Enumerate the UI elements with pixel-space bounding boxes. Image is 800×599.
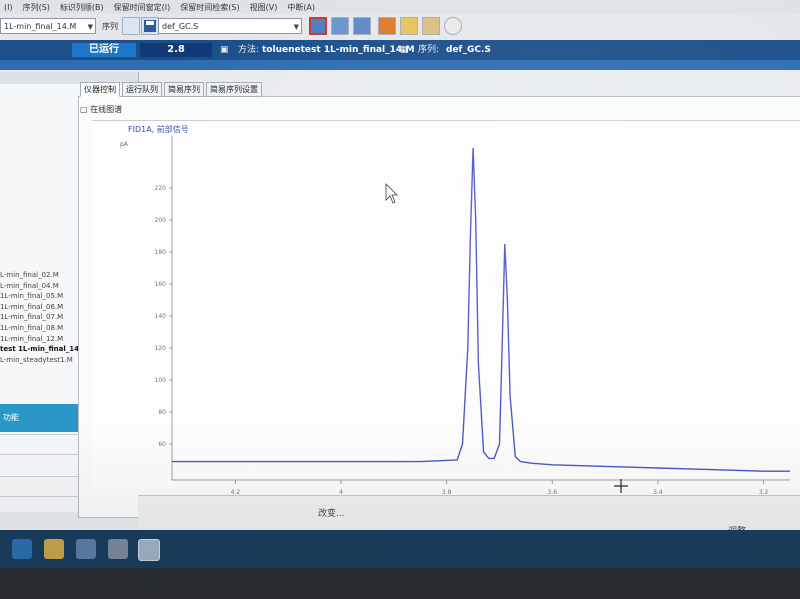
y-tick-label: 60: [158, 441, 166, 448]
y-tick-label: 200: [155, 217, 167, 224]
y-tick-label: 160: [155, 281, 167, 288]
y-tick-label: 80: [158, 409, 166, 416]
windows-taskbar: [0, 530, 800, 568]
start-icon[interactable]: [12, 539, 32, 559]
y-axis-label: pA: [120, 141, 129, 148]
app-icon[interactable]: [108, 539, 128, 559]
explorer-icon[interactable]: [44, 539, 64, 559]
y-tick-label: 100: [155, 377, 167, 384]
signal-trace: [172, 147, 790, 472]
y-tick-label: 140: [155, 313, 167, 320]
y-tick-label: 180: [155, 249, 167, 256]
y-tick-label: 120: [155, 345, 167, 352]
app-icon[interactable]: [76, 539, 96, 559]
y-tick-label: 220: [155, 185, 167, 192]
change-button[interactable]: 改变...: [318, 506, 345, 519]
screen: (I) 序列(S) 标识列顺(B) 保留时间窗定(I) 保留时间检索(S) 视图(V) 中断…: [0, 0, 800, 599]
mouse-pointer-icon: [385, 183, 398, 204]
chemstation-icon[interactable]: [138, 539, 160, 561]
monitor-bezel: [0, 568, 800, 599]
plot-bottom-strip: 改变... 调整: [138, 495, 800, 537]
